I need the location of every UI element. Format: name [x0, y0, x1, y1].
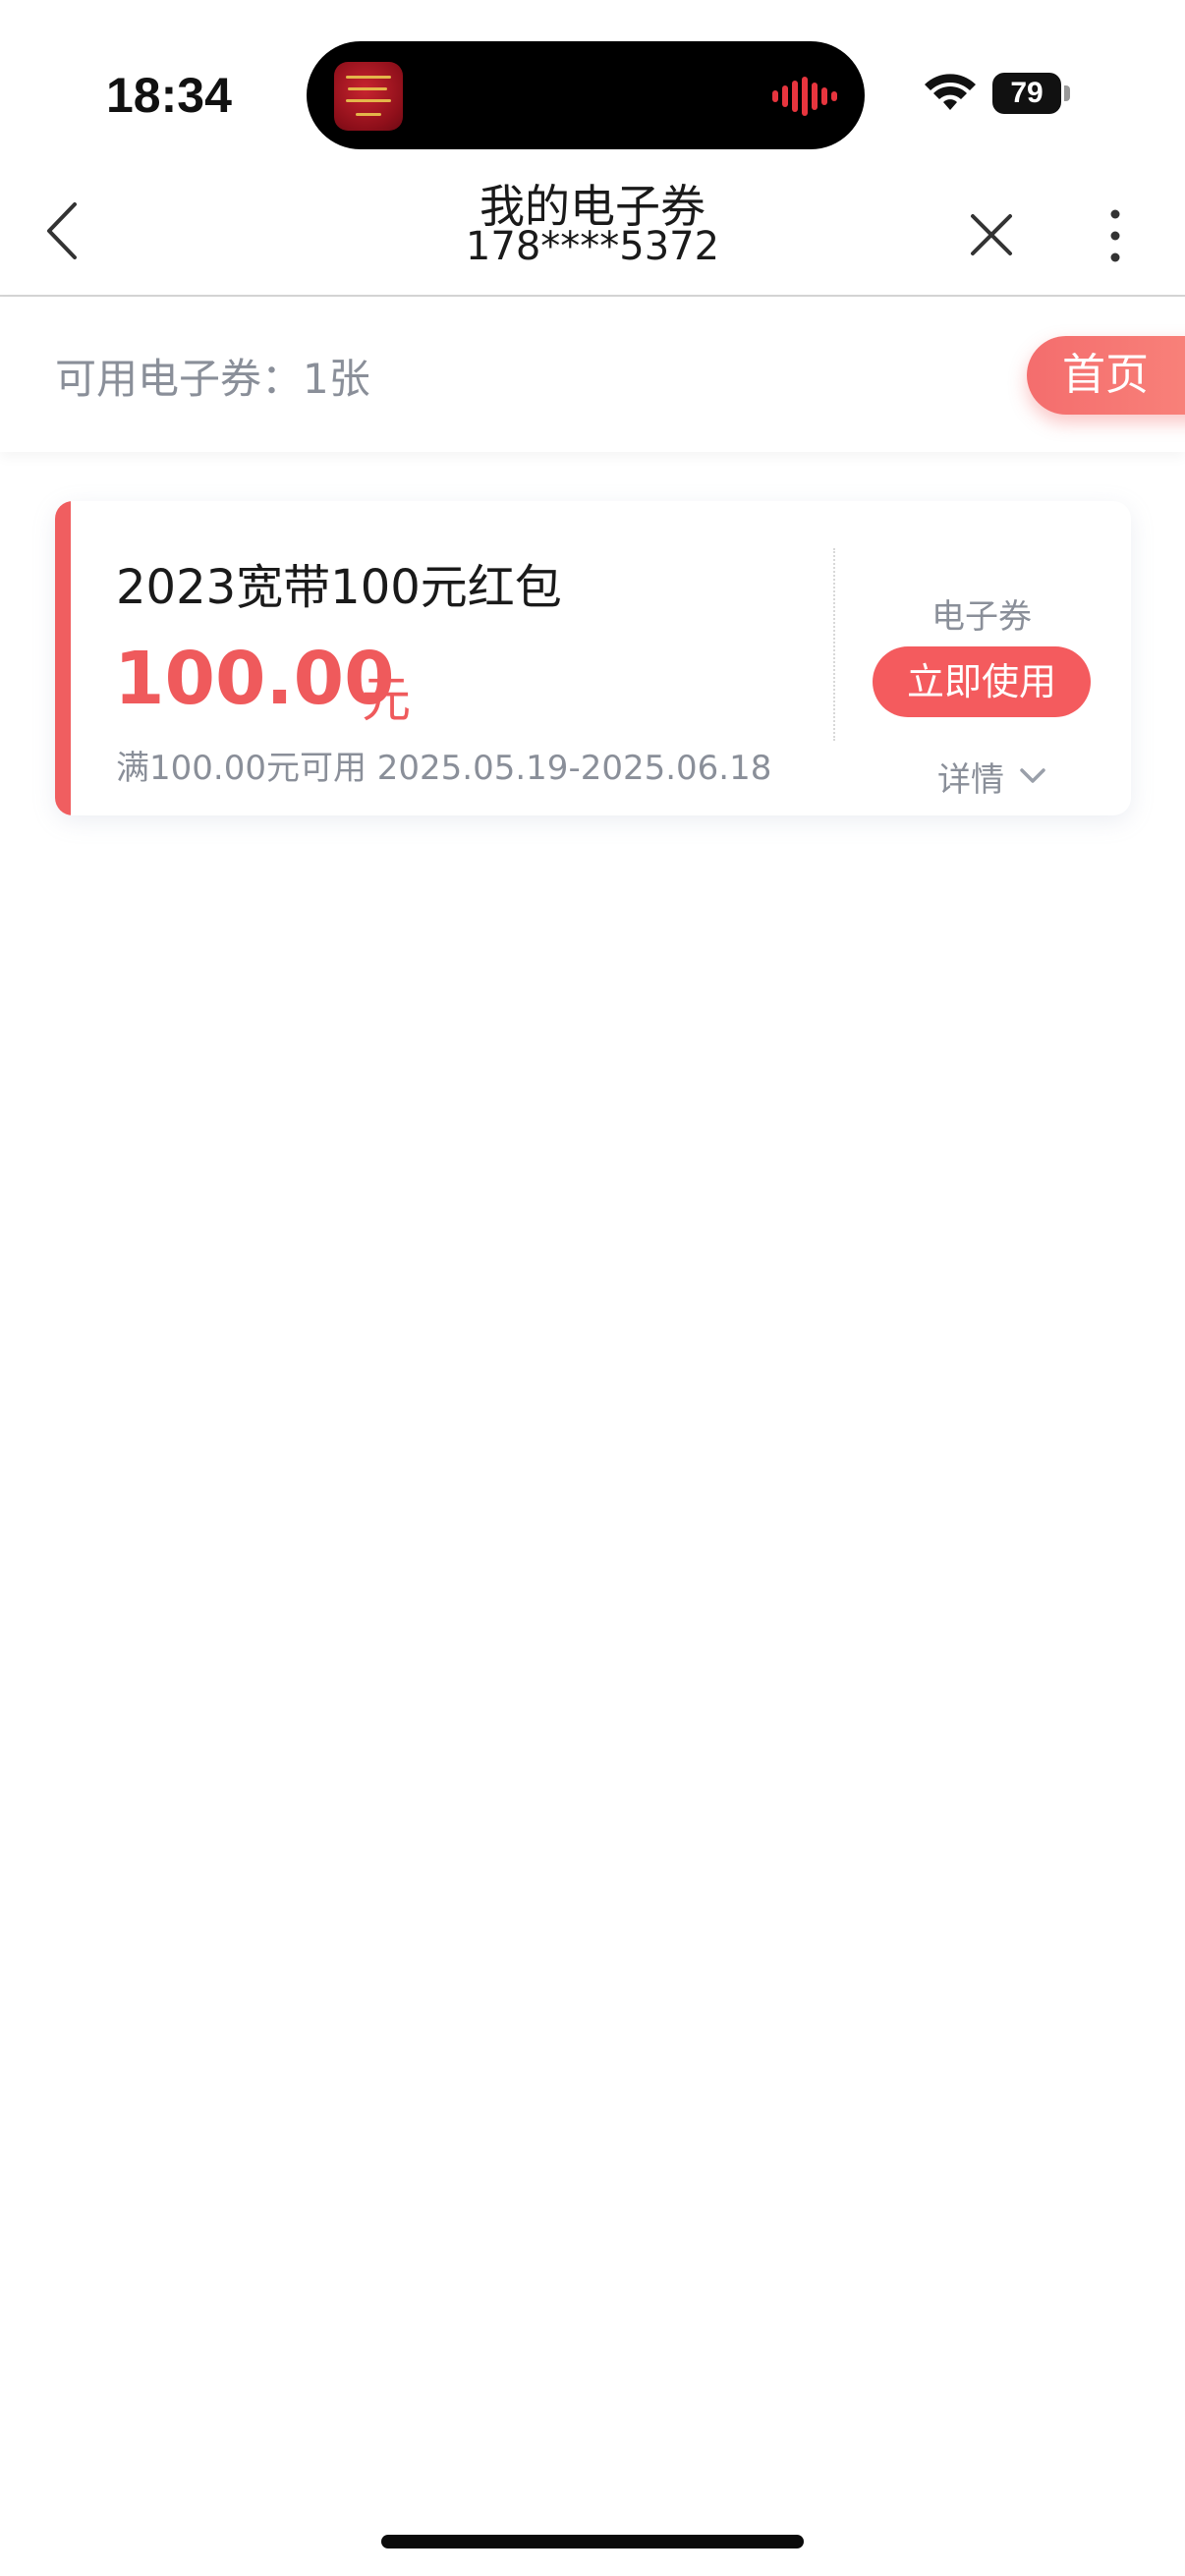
more-icon[interactable]	[1100, 206, 1130, 265]
coupon-currency-unit: 元	[362, 671, 411, 728]
coupon-accent-stripe	[55, 501, 71, 815]
use-now-button[interactable]: 立即使用	[873, 646, 1091, 717]
wifi-icon	[925, 74, 976, 110]
chevron-down-icon[interactable]	[1018, 766, 1047, 786]
coupon-type-label: 电子券	[931, 597, 1032, 637]
home-button[interactable]: 首页	[1027, 336, 1185, 415]
battery-cap	[1064, 85, 1070, 101]
navigation-bar: 我的电子券 178****5372	[0, 167, 1185, 297]
available-coupon-count: 可用电子券：1张	[55, 355, 370, 403]
coupon-condition-validity: 满100.00元可用 2025.05.19-2025.06.18	[116, 749, 772, 788]
coupon-card[interactable]: 2023宽带100元红包 100.00 元 满100.00元可用 2025.05…	[55, 501, 1131, 815]
coupon-amount: 100.00	[114, 637, 395, 721]
status-time: 18:34	[106, 68, 232, 123]
coupon-summary-bar: 可用电子券：1张 首页	[0, 297, 1185, 452]
app-icon[interactable]	[334, 62, 403, 131]
close-icon[interactable]	[969, 212, 1014, 257]
battery-icon: 79	[992, 73, 1061, 114]
status-bar: 18:34 79	[0, 0, 1185, 167]
detail-toggle[interactable]: 详情	[937, 753, 1004, 801]
coupon-divider	[833, 548, 835, 741]
home-indicator[interactable]	[381, 2535, 804, 2548]
dynamic-island[interactable]	[307, 41, 865, 149]
coupon-title: 2023宽带100元红包	[116, 560, 562, 615]
audio-wave-icon	[772, 77, 837, 116]
